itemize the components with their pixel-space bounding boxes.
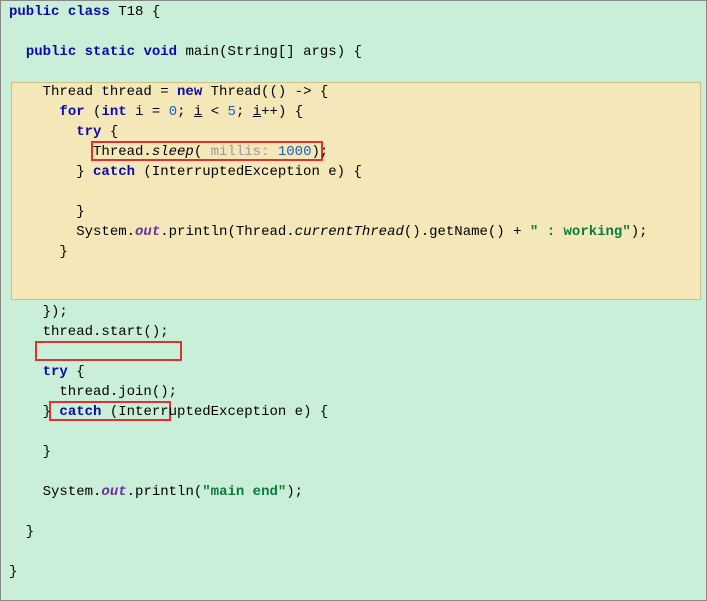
code-line: try { xyxy=(1,122,706,142)
code-line: } catch (InterruptedException e) { xyxy=(1,162,706,182)
code-line xyxy=(1,282,706,302)
code-line: public static void main(String[] args) { xyxy=(1,42,706,62)
code-line: System.out.println("main end"); xyxy=(1,482,706,502)
field-out: out xyxy=(101,484,126,500)
keyword-public: public xyxy=(26,44,76,60)
param-hint-millis: millis: xyxy=(211,144,270,160)
keyword-void: void xyxy=(143,44,177,60)
code-line xyxy=(1,542,706,562)
keyword-catch: catch xyxy=(93,164,135,180)
code-line xyxy=(1,22,706,42)
code-line: thread.join(); xyxy=(1,382,706,402)
keyword-for: for xyxy=(59,104,84,120)
code-line: } xyxy=(1,442,706,462)
keyword-int: int xyxy=(101,104,126,120)
keyword-try: try xyxy=(43,364,68,380)
code-line: } xyxy=(1,202,706,222)
code-line: } xyxy=(1,242,706,262)
keyword-new: new xyxy=(177,84,202,100)
keyword-try: try xyxy=(76,124,101,140)
code-line: } catch (InterruptedException e) { xyxy=(1,402,706,422)
code-line: }); xyxy=(1,302,706,322)
code-line: System.out.println(Thread.currentThread(… xyxy=(1,222,706,242)
static-method-sleep: sleep xyxy=(152,144,194,160)
code-line: try { xyxy=(1,362,706,382)
keyword-catch: catch xyxy=(59,404,101,420)
code-line: Thread.sleep( millis: 1000); xyxy=(1,142,706,162)
keyword-public: public xyxy=(9,4,59,20)
code-line: for (int i = 0; i < 5; i++) { xyxy=(1,102,706,122)
string-literal: " : working" xyxy=(530,224,631,240)
code-line xyxy=(1,422,706,442)
code-line: } xyxy=(1,562,706,582)
code-line xyxy=(1,62,706,82)
keyword-class: class xyxy=(68,4,110,20)
keyword-static: static xyxy=(85,44,135,60)
code-line xyxy=(1,182,706,202)
code-line xyxy=(1,502,706,522)
code-line: public class T18 { xyxy=(1,2,706,22)
annotation-box-start xyxy=(35,341,182,361)
field-out: out xyxy=(135,224,160,240)
code-line: } xyxy=(1,522,706,542)
code-editor[interactable]: public class T18 { public static void ma… xyxy=(1,1,706,600)
code-line: thread.start(); xyxy=(1,322,706,342)
static-method-currentthread: currentThread xyxy=(295,224,404,240)
code-line xyxy=(1,262,706,282)
code-line xyxy=(1,462,706,482)
string-literal: "main end" xyxy=(202,484,286,500)
code-line: Thread thread = new Thread(() -> { xyxy=(1,82,706,102)
